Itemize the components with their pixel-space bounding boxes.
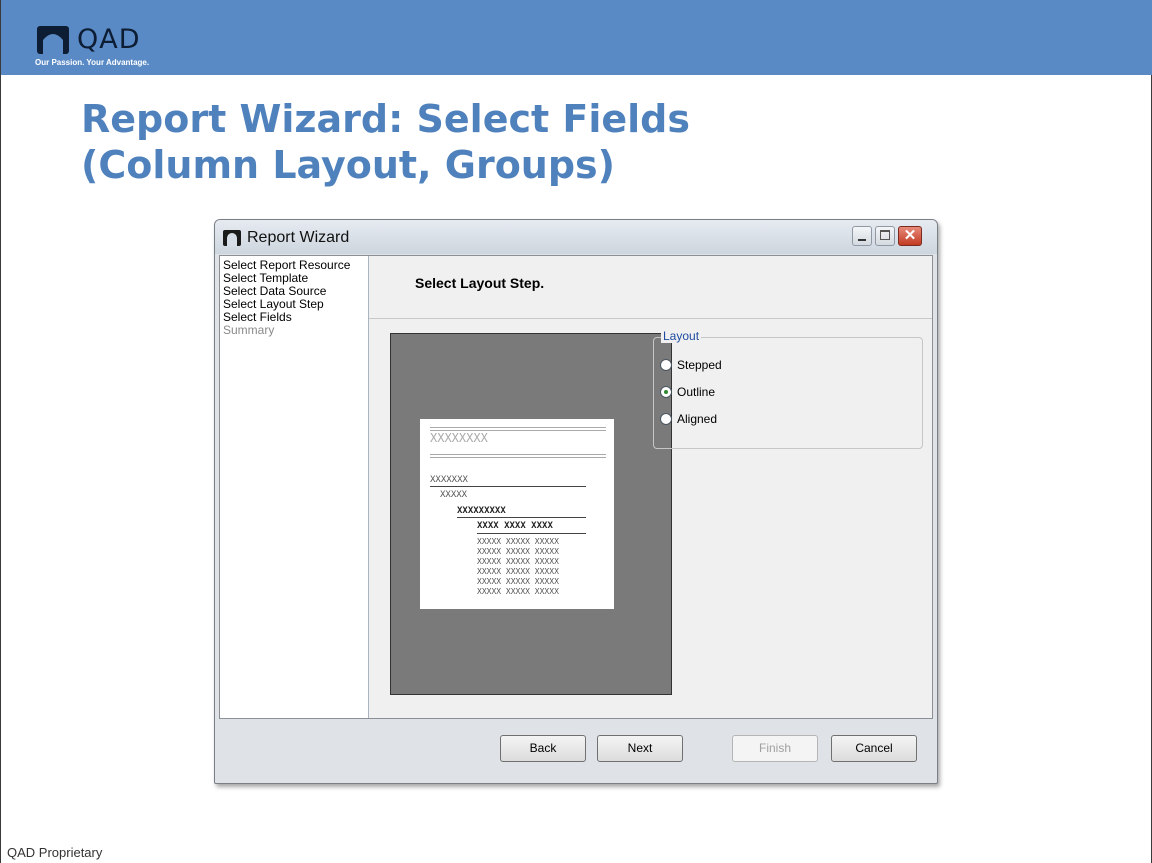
preview-rule [477,533,586,534]
qad-logo-icon [37,26,69,54]
preview-title-row: XXXXXXXX [430,431,488,445]
logo-text: QAD [77,24,141,55]
radio-outline-label[interactable]: Outline [677,385,715,399]
preview-data-row: XXXXX XXXXX XXXXX [477,587,559,596]
preview-data-row: XXXXX XXXXX XXXXX [477,567,559,576]
maximize-button[interactable] [875,226,895,246]
report-wizard-window: Report Wizard ✕ Select Report Resource S… [214,219,938,784]
radio-stepped-circle[interactable] [660,359,672,371]
top-banner: QAD Our Passion. Your Advantage. [1,0,1152,75]
preview-rule [457,517,586,518]
maximize-icon [880,230,890,240]
wizard-steps-list: Select Report Resource Select Template S… [220,259,350,337]
radio-stepped-label[interactable]: Stepped [677,358,722,372]
layout-preview-page: XXXXXXXX XXXXXXX XXXXX XXXXXXXXX XXXX XX… [420,419,614,609]
preview-data-row: XXXXX XXXXX XXXXX [477,577,559,586]
preview-rule [430,457,606,458]
window-title: Report Wizard [247,229,350,246]
step-summary: Summary [223,323,275,337]
layout-groupbox-legend: Layout [661,329,702,343]
cancel-button[interactable]: Cancel [831,735,917,762]
layout-preview: XXXXXXXX XXXXXXX XXXXX XXXXXXXXX XXXX XX… [390,333,672,695]
minimize-button[interactable] [852,226,872,246]
logo-tagline: Our Passion. Your Advantage. [35,58,150,67]
slide: QAD Our Passion. Your Advantage. Report … [0,0,1152,863]
radio-aligned-circle[interactable] [660,413,672,425]
preview-group-1: XXXXXXX [430,475,468,485]
wizard-button-bar: Back Next Finish Cancel [219,718,931,778]
close-button[interactable]: ✕ [898,226,922,246]
next-button[interactable]: Next [597,735,683,762]
minimize-icon [858,239,866,241]
radio-aligned-label[interactable]: Aligned [677,412,717,426]
wizard-steps-panel: Select Report Resource Select Template S… [220,256,369,718]
preview-rule [430,486,586,487]
wizard-client-area: Select Report Resource Select Template S… [219,255,933,719]
step-header-text: Select Layout Step. [415,275,545,291]
footer-text: QAD Proprietary [7,845,103,860]
preview-rule [430,454,606,455]
close-icon: ✕ [903,227,917,244]
back-button[interactable]: Back [500,735,586,762]
preview-group-3: XXXXXXXXX [457,506,506,516]
step-header: Select Layout Step. [369,256,932,319]
app-icon [223,230,241,246]
preview-column-header: XXXX XXXX XXXX [477,521,553,531]
preview-group-2: XXXXX [440,490,468,500]
window-titlebar[interactable]: Report Wizard ✕ [215,220,937,254]
title-line-1: Report Wizard: Select Fields [81,97,691,141]
preview-rule [430,427,606,428]
finish-button: Finish [732,735,818,762]
page-title: Report Wizard: Select Fields (Column Lay… [81,96,690,188]
title-line-2: (Column Layout, Groups) [81,143,616,187]
preview-data-row: XXXXX XXXXX XXXXX [477,557,559,566]
radio-outline-circle[interactable] [660,386,672,398]
preview-data-row: XXXXX XXXXX XXXXX [477,537,559,546]
preview-data-row: XXXXX XXXXX XXXXX [477,547,559,556]
